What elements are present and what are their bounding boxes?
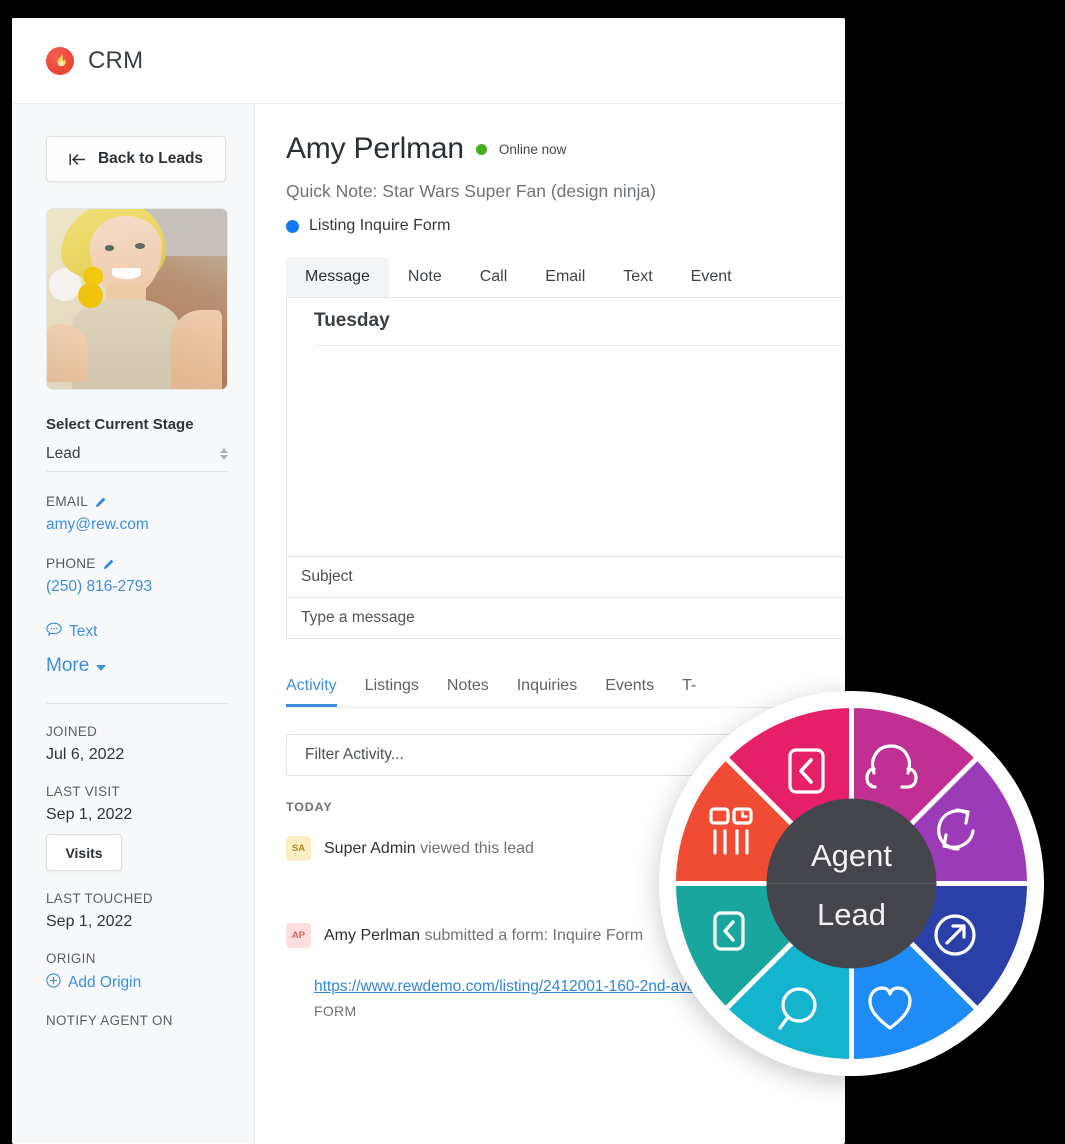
chevron-updown-icon <box>220 448 228 460</box>
tab-notes[interactable]: Notes <box>447 677 489 707</box>
activity-action: viewed this lead <box>420 839 534 857</box>
activity-actor: Amy Perlman <box>324 926 421 944</box>
composer-tab-event[interactable]: Event <box>672 257 751 297</box>
tab-inquiries[interactable]: Inquiries <box>517 677 577 707</box>
tab-events[interactable]: Events <box>605 677 654 707</box>
visits-button[interactable]: Visits <box>46 834 122 871</box>
activity-text: Super Admin viewed this lead <box>324 840 534 858</box>
chevron-down-icon <box>96 665 107 671</box>
back-to-leads-button[interactable]: Back to Leads <box>46 136 226 182</box>
more-dropdown[interactable]: More <box>46 655 254 677</box>
text-link-label: Text <box>69 622 98 640</box>
quick-note: Quick Note: Star Wars Super Fan (design … <box>286 181 656 201</box>
avatar <box>46 208 228 390</box>
plus-circle-icon <box>46 973 61 993</box>
message-input[interactable]: Type a message <box>286 598 845 639</box>
flame-icon <box>46 46 74 75</box>
joined-label: JOINED <box>46 724 98 739</box>
composer-tab-call[interactable]: Call <box>461 257 527 297</box>
composer-tabs: Message Note Call Email Text Event <box>286 257 845 297</box>
composer-tab-text[interactable]: Text <box>604 257 671 297</box>
pencil-icon[interactable] <box>103 558 115 570</box>
more-label: More <box>46 655 90 676</box>
avatar: AP <box>286 923 311 948</box>
thread-day-label: Tuesday <box>314 310 390 331</box>
email-label: EMAIL <box>46 494 89 509</box>
chat-bubble-icon <box>46 622 62 641</box>
thread-divider <box>314 345 845 346</box>
last-visit-label: LAST VISIT <box>46 784 120 799</box>
app-header: CRM <box>12 18 845 104</box>
add-origin-button[interactable]: Add Origin <box>46 973 254 993</box>
text-link[interactable]: Text <box>46 622 254 641</box>
lead-header: Amy Perlman Online now <box>286 132 845 166</box>
engagement-wheel: Agent Lead <box>659 691 1044 1076</box>
subject-input[interactable]: Subject <box>286 557 845 598</box>
notify-agent-label: NOTIFY AGENT ON <box>46 1013 173 1028</box>
lead-sidebar: Back to Leads Select Current Stage Lead <box>12 104 255 1143</box>
last-touched-value: Sep 1, 2022 <box>46 913 133 930</box>
last-touched-label: LAST TOUCHED <box>46 891 153 906</box>
phone-value[interactable]: (250) 816-2793 <box>46 578 254 596</box>
back-to-leads-label: Back to Leads <box>97 150 204 167</box>
wheel-hub-agent-label: Agent <box>811 838 892 873</box>
add-origin-label: Add Origin <box>68 974 142 991</box>
composer-tab-note[interactable]: Note <box>389 257 461 297</box>
origin-label: ORIGIN <box>46 951 96 966</box>
email-value[interactable]: amy@rew.com <box>46 516 254 534</box>
pencil-icon[interactable] <box>95 496 107 508</box>
status-badge: Online now <box>498 141 567 157</box>
wheel-hub-lead-label: Lead <box>817 897 886 932</box>
composer: Message Note Call Email Text Event Tuesd… <box>286 257 845 639</box>
composer-tab-message[interactable]: Message <box>286 257 389 297</box>
phone-label: PHONE <box>46 556 96 571</box>
activity-text: Amy Perlman submitted a form: Inquire Fo… <box>324 927 643 945</box>
sidebar-divider <box>46 703 228 704</box>
stage-select-value: Lead <box>46 445 81 462</box>
app-title: CRM <box>88 46 144 74</box>
source-form-row: Listing Inquire Form <box>286 217 845 235</box>
phone-label-row: PHONE <box>46 556 254 571</box>
stage-select[interactable]: Lead <box>46 445 228 472</box>
form-source-dot <box>286 219 299 233</box>
joined-value: Jul 6, 2022 <box>46 746 125 763</box>
tab-activity[interactable]: Activity <box>286 677 337 707</box>
online-status-dot <box>475 143 487 155</box>
arrow-left-to-bar-icon <box>69 153 86 166</box>
email-label-row: EMAIL <box>46 494 254 509</box>
page-title: Amy Perlman <box>286 132 464 165</box>
avatar: SA <box>286 836 311 861</box>
last-visit-value: Sep 1, 2022 <box>46 806 133 823</box>
message-thread: Tuesday <box>286 297 845 557</box>
tab-listings[interactable]: Listings <box>365 677 419 707</box>
activity-action: submitted a form: Inquire Form <box>424 926 644 944</box>
form-source-label: Listing Inquire Form <box>309 217 451 234</box>
composer-tab-email[interactable]: Email <box>526 257 604 297</box>
stage-heading: Select Current Stage <box>46 416 194 433</box>
activity-actor: Super Admin <box>324 839 416 857</box>
